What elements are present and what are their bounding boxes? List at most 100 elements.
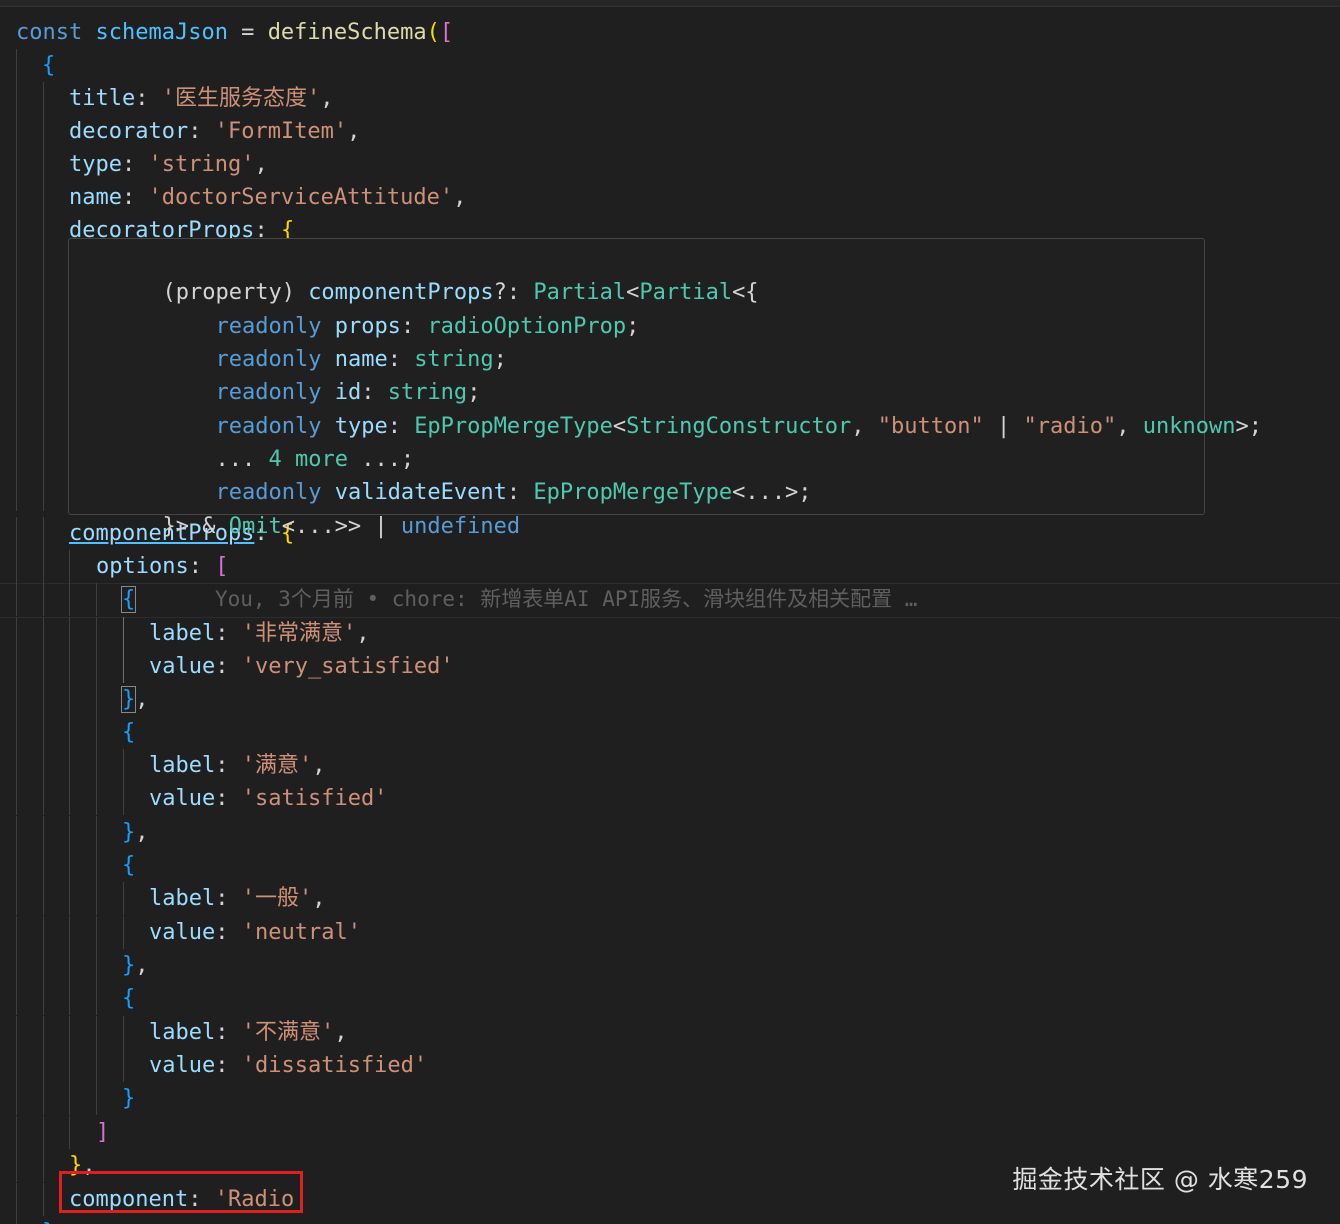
code-editor[interactable]: const schemaJson = defineSchema([ { titl… (0, 0, 1340, 1224)
indent-guide (43, 1082, 44, 1115)
indent-guide (16, 849, 17, 882)
indent-guide (16, 916, 17, 949)
indent-guide (16, 617, 17, 650)
indent-guide (43, 445, 44, 478)
indent-guide (43, 478, 44, 511)
string-value: '非常满意' (241, 621, 357, 646)
string-value: 'neutral' (241, 920, 361, 945)
indent-guide (16, 650, 17, 683)
hover-text: Omit (228, 514, 282, 539)
code-line[interactable]: }, (0, 683, 1340, 716)
indent-guide (16, 982, 17, 1015)
code-line[interactable]: ] (0, 1116, 1340, 1149)
indent-guide (16, 1016, 17, 1049)
indent-guide (16, 148, 17, 181)
indent-guide (16, 882, 17, 915)
code-line[interactable]: { You, 3个月前 • chore: 新增表单AI API服务、滑块组件及相… (0, 583, 1340, 616)
code-line[interactable]: type: 'string', (0, 148, 1340, 181)
indent-guide (69, 1016, 70, 1049)
indent-guide (43, 313, 44, 346)
indent-guide (16, 517, 17, 550)
indent-guide (16, 313, 17, 346)
indent-guide (96, 849, 97, 882)
code-line[interactable]: value: 'very_satisfied' (0, 650, 1340, 683)
code-line[interactable]: label: '满意', (0, 749, 1340, 782)
indent-guide (123, 650, 124, 683)
indent-guide (16, 1149, 17, 1182)
indent-guide (16, 346, 17, 379)
string-value: 'dissatisfied' (241, 1053, 428, 1078)
indent-guide (123, 882, 124, 915)
code-line[interactable]: name: 'doctorServiceAttitude', (0, 181, 1340, 214)
code-line[interactable]: { (0, 716, 1340, 749)
indent-guide (123, 749, 124, 782)
indent-guide (16, 1116, 17, 1149)
indent-guide (16, 583, 17, 616)
indent-guide (96, 1049, 97, 1082)
code-line[interactable]: decorator: 'FormItem', (0, 115, 1340, 148)
indent-guide (96, 1016, 97, 1049)
hover-text: StringConstructor (626, 414, 852, 439)
code-line[interactable]: label: '不满意', (0, 1016, 1340, 1049)
hover-text: "button" (877, 414, 984, 439)
indent-guide (43, 716, 44, 749)
indent-guide (96, 683, 97, 716)
indent-guide (16, 1183, 17, 1216)
indent-guide (43, 214, 44, 247)
git-blame-annotation[interactable]: You, 3个月前 • chore: 新增表单AI API服务、滑块组件及相关配… (215, 583, 917, 616)
indent-guide (16, 1049, 17, 1082)
indent-guide (96, 650, 97, 683)
code-line[interactable]: value: 'satisfied' (0, 782, 1340, 815)
indent-guide (69, 716, 70, 749)
indent-guide (96, 617, 97, 650)
code-line[interactable]: label: '非常满意', (0, 617, 1340, 650)
hover-type-line: readonly props: radioOptionProp; (215, 314, 640, 339)
indent-guide (123, 1016, 124, 1049)
indent-guide (69, 882, 70, 915)
open-bracket: [ (439, 20, 454, 45)
hover-text: "radio" (1023, 414, 1117, 439)
hover-text: EpPropMergeType (533, 480, 733, 505)
indent-guide (43, 782, 44, 815)
code-line[interactable]: options: [ (0, 550, 1340, 583)
indent-guide (16, 949, 17, 982)
hover-more-line: ... 4 more ...; (136, 410, 414, 472)
code-line[interactable]: const schemaJson = defineSchema([ (0, 16, 1340, 49)
property-key: value (149, 920, 216, 945)
assign-operator: = (227, 20, 268, 45)
indent-guide (16, 379, 17, 412)
red-highlight-annotation (59, 1171, 303, 1213)
property-key: label (149, 886, 216, 911)
indent-guide (69, 749, 70, 782)
indent-guide (16, 478, 17, 511)
hover-text: undefined (400, 514, 521, 539)
string-value: 'very_satisfied' (241, 654, 454, 679)
indent-guide (96, 982, 97, 1015)
code-line[interactable]: { (0, 982, 1340, 1015)
code-line[interactable]: { (0, 849, 1340, 882)
indent-guide (16, 412, 17, 445)
string-value: 'doctorServiceAttitude' (148, 185, 454, 210)
indent-guide (16, 1216, 17, 1224)
code-line[interactable]: { (0, 49, 1340, 82)
indent-guide (16, 716, 17, 749)
code-line[interactable]: }, (0, 816, 1340, 849)
indent-guide (43, 650, 44, 683)
indent-guide (69, 782, 70, 815)
code-line[interactable]: value: 'dissatisfied' (0, 1049, 1340, 1082)
indent-guide (43, 82, 44, 115)
function-name: defineSchema (267, 20, 427, 45)
code-line[interactable]: } (0, 1216, 1340, 1224)
code-line[interactable]: }, (0, 949, 1340, 982)
indent-guide (43, 379, 44, 412)
code-line[interactable]: label: '一般', (0, 882, 1340, 915)
indent-guide (43, 247, 44, 280)
code-line[interactable]: value: 'neutral' (0, 916, 1340, 949)
hover-text: EpPropMergeType (414, 414, 613, 439)
code-line[interactable]: } (0, 1082, 1340, 1115)
hover-tooltip[interactable]: (property) componentProps?: Partial<Part… (68, 238, 1262, 539)
string-value: '医生服务态度' (161, 86, 321, 111)
indent-guide (96, 882, 97, 915)
indent-guide (43, 148, 44, 181)
code-line[interactable]: title: '医生服务态度', (0, 82, 1340, 115)
